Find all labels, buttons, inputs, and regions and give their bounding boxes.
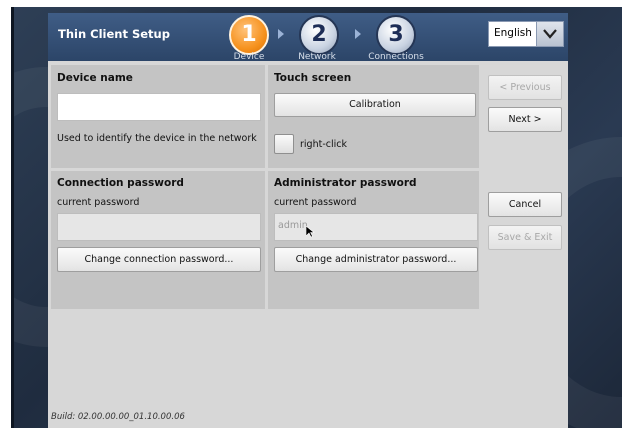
next-button[interactable]: Next > bbox=[488, 107, 562, 132]
change-connection-password-button[interactable]: Change connection password... bbox=[57, 247, 261, 272]
connection-password-panel: Connection password current password Cha… bbox=[51, 171, 265, 309]
mouse-cursor-icon bbox=[306, 226, 315, 238]
step-3-connections-icon: 3 bbox=[376, 15, 416, 55]
touch-screen-title: Touch screen bbox=[274, 72, 352, 84]
connection-current-password-input[interactable] bbox=[57, 213, 261, 241]
app-title: Thin Client Setup bbox=[58, 27, 170, 41]
device-name-input[interactable] bbox=[57, 93, 261, 121]
device-name-panel: Device name Used to identify the device … bbox=[51, 65, 265, 168]
calibration-button[interactable]: Calibration bbox=[274, 93, 476, 117]
setup-content: Device name Used to identify the device … bbox=[48, 61, 568, 428]
step-1-device-icon: 1 bbox=[229, 15, 269, 55]
step-2-network-icon: 2 bbox=[299, 15, 339, 55]
connection-password-title: Connection password bbox=[57, 177, 184, 189]
device-name-title: Device name bbox=[57, 72, 133, 84]
language-select[interactable]: English bbox=[488, 21, 564, 47]
change-admin-password-button[interactable]: Change administrator password... bbox=[274, 247, 478, 272]
admin-password-panel: Administrator password current password … bbox=[268, 171, 479, 309]
chevron-right-icon bbox=[278, 29, 284, 39]
chevron-right-icon bbox=[355, 29, 361, 39]
cancel-button[interactable]: Cancel bbox=[488, 192, 562, 217]
right-click-label: right-click bbox=[300, 139, 347, 150]
language-value: English bbox=[494, 27, 532, 39]
admin-current-password-input[interactable]: admin bbox=[274, 213, 478, 241]
touch-screen-panel: Touch screen Calibration right-click bbox=[268, 65, 479, 168]
admin-current-password-label: current password bbox=[274, 197, 357, 208]
admin-password-title: Administrator password bbox=[274, 177, 417, 189]
frame-edge bbox=[11, 7, 14, 428]
chevron-down-icon[interactable] bbox=[536, 22, 563, 46]
save-exit-button[interactable]: Save & Exit bbox=[488, 225, 562, 250]
build-version: Build: 02.00.00.00_01.10.00.06 bbox=[51, 412, 185, 422]
connection-current-password-label: current password bbox=[57, 197, 140, 208]
right-click-checkbox[interactable] bbox=[274, 134, 294, 154]
previous-button[interactable]: < Previous bbox=[488, 75, 562, 100]
device-name-description: Used to identify the device in the netwo… bbox=[57, 133, 257, 144]
